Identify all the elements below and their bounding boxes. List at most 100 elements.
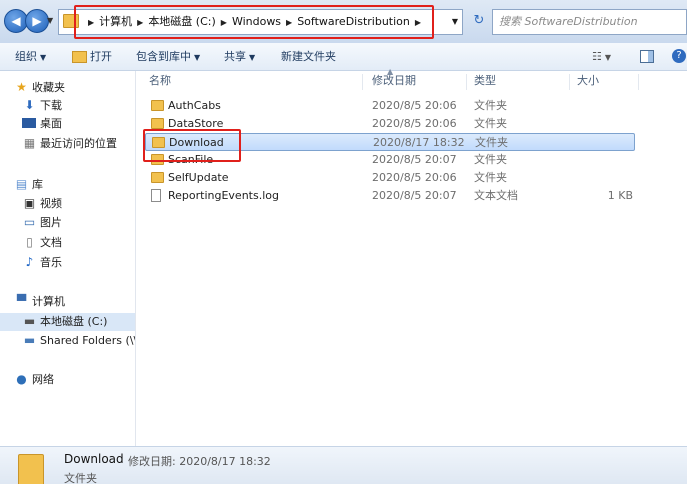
sidebar-item-library[interactable]: ▤ 库: [0, 176, 135, 194]
sidebar-item-recent[interactable]: ▦ 最近访问的位置: [0, 135, 135, 153]
new-folder-label: 新建文件夹: [281, 50, 336, 63]
crumb-windows[interactable]: Windows: [232, 15, 281, 28]
address-bar-area: ◀ ▶ ▼ ▶ 计算机 ▶ 本地磁盘 (C:) ▶ Windows ▶ SoftwareDis…: [0, 0, 687, 43]
sidebar-item-favorites[interactable]: ★ 收藏夹: [0, 79, 135, 97]
include-library-label: 包含到库中: [136, 50, 191, 63]
preview-pane-icon[interactable]: [640, 50, 654, 63]
folder-icon: [151, 154, 164, 165]
crumb-computer[interactable]: 计算机: [99, 15, 132, 28]
file-name: Download: [169, 136, 224, 149]
sidebar-label: 音乐: [40, 256, 62, 269]
sidebar-item-documents[interactable]: ▯ 文档: [0, 234, 135, 252]
computer-icon: ▀: [16, 294, 27, 308]
folder-icon: [151, 172, 164, 183]
sidebar-item-videos[interactable]: ▣ 视频: [0, 195, 135, 213]
chevron-down-icon: ▼: [249, 53, 256, 62]
sidebar-label: Shared Folders (\\: [40, 334, 135, 347]
chevron-right-icon[interactable]: ▶: [88, 11, 94, 35]
column-date[interactable]: 修改日期: [372, 71, 416, 91]
list-item[interactable]: DataStore 2020/8/5 20:06 文件夹: [145, 115, 635, 133]
include-library-button[interactable]: 包含到库中 ▼: [136, 43, 200, 71]
chevron-right-icon[interactable]: ▶: [137, 11, 143, 35]
sidebar-label: 计算机: [32, 295, 65, 308]
chevron-down-icon: ▼: [194, 53, 201, 62]
pictures-icon: ▭: [23, 215, 36, 229]
sidebar-label: 最近访问的位置: [40, 137, 117, 150]
drive-icon: ▬: [23, 314, 36, 328]
sidebar-item-shared-folders[interactable]: ▬ Shared Folders (\\: [0, 332, 135, 350]
column-header: 名称 ▲ 修改日期 类型 大小: [135, 67, 687, 91]
sidebar-label: 收藏夹: [32, 81, 65, 94]
file-type: 文件夹: [474, 99, 507, 112]
forward-button[interactable]: ▶: [25, 9, 49, 33]
details-type: 文件夹: [64, 472, 97, 484]
music-note-icon: ♪: [25, 255, 34, 269]
list-item[interactable]: SelfUpdate 2020/8/5 20:06 文件夹: [145, 169, 635, 187]
navigation-pane: ★ 收藏夹 ⬇ 下载 桌面 ▦ 最近访问的位置 ▤ 库 ▣ 视频 ▭ 图片 ▯ …: [0, 71, 136, 446]
sidebar-label: 下载: [40, 99, 62, 112]
sidebar-item-local-disk[interactable]: ▬ 本地磁盘 (C:): [0, 313, 135, 331]
help-icon[interactable]: ?: [672, 49, 686, 63]
folder-icon: [63, 14, 79, 28]
open-label: 打开: [90, 50, 112, 63]
file-name: AuthCabs: [168, 99, 221, 112]
network-drive-icon: ▬: [23, 333, 36, 347]
list-item[interactable]: ScanFile 2020/8/5 20:07 文件夹: [145, 151, 635, 169]
column-size[interactable]: 大小: [577, 71, 599, 91]
file-type: 文件夹: [475, 136, 508, 149]
sidebar-item-pictures[interactable]: ▭ 图片: [0, 214, 135, 232]
text-file-icon: [151, 189, 161, 202]
folder-icon: [18, 454, 44, 484]
file-date: 2020/8/5 20:06: [372, 171, 457, 184]
file-date: 2020/8/5 20:06: [372, 117, 457, 130]
recent-pages-dropdown-icon[interactable]: ▼: [47, 16, 53, 25]
file-name: ScanFile: [168, 153, 214, 166]
file-name: SelfUpdate: [168, 171, 229, 184]
list-item[interactable]: AuthCabs 2020/8/5 20:06 文件夹: [145, 97, 635, 115]
crumb-local-disk[interactable]: 本地磁盘 (C:): [148, 15, 215, 28]
file-name: DataStore: [168, 117, 224, 130]
refresh-icon[interactable]: ↻: [468, 9, 490, 33]
desktop-icon: [22, 117, 37, 130]
sidebar-label: 库: [32, 178, 43, 191]
chevron-right-icon[interactable]: ▶: [415, 11, 421, 35]
new-folder-button[interactable]: 新建文件夹: [281, 43, 336, 70]
open-button[interactable]: 打开: [72, 43, 112, 70]
sidebar-label: 图片: [40, 216, 62, 229]
file-type: 文本文档: [474, 189, 518, 202]
organize-label: 组织: [15, 50, 37, 63]
address-dropdown-icon[interactable]: ▼: [452, 10, 458, 34]
file-type: 文件夹: [474, 153, 507, 166]
chevron-right-icon[interactable]: ▶: [286, 11, 292, 35]
column-type[interactable]: 类型: [474, 71, 496, 91]
column-divider[interactable]: [569, 74, 570, 90]
folder-icon: [152, 137, 165, 148]
list-item-selected[interactable]: Download 2020/8/17 18:32 文件夹: [145, 133, 635, 151]
breadcrumb[interactable]: ▶ 计算机 ▶ 本地磁盘 (C:) ▶ Windows ▶ SoftwareDistribut…: [58, 9, 463, 35]
chevron-right-icon[interactable]: ▶: [221, 11, 227, 35]
organize-button[interactable]: 组织 ▼: [15, 43, 46, 71]
details-pane: Download 修改日期: 2020/8/17 18:32 文件夹: [0, 446, 687, 484]
column-divider[interactable]: [638, 74, 639, 90]
file-date: 2020/8/5 20:06: [372, 99, 457, 112]
column-divider[interactable]: [466, 74, 467, 90]
file-type: 文件夹: [474, 117, 507, 130]
sidebar-item-downloads[interactable]: ⬇ 下载: [0, 97, 135, 115]
view-options-button[interactable]: ☷ ▼: [592, 43, 611, 71]
file-date: 2020/8/5 20:07: [372, 153, 457, 166]
chevron-down-icon: ▼: [40, 53, 47, 62]
sidebar-item-computer[interactable]: ▀ 计算机: [0, 293, 135, 311]
sidebar-label: 网络: [32, 373, 54, 386]
share-label: 共享: [224, 50, 246, 63]
sidebar-item-music[interactable]: ♪ 音乐: [0, 254, 135, 272]
share-button[interactable]: 共享 ▼: [224, 43, 255, 71]
column-name[interactable]: 名称: [149, 71, 171, 91]
open-folder-icon: [72, 51, 87, 63]
sidebar-item-network[interactable]: ● 网络: [0, 371, 135, 389]
list-item[interactable]: ReportingEvents.log 2020/8/5 20:07 文本文档 …: [145, 187, 635, 205]
sidebar-item-desktop[interactable]: 桌面: [0, 115, 135, 133]
crumb-softwaredistribution[interactable]: SoftwareDistribution: [297, 15, 410, 28]
column-divider[interactable]: [362, 74, 363, 90]
sidebar-label: 桌面: [40, 117, 62, 130]
search-input[interactable]: 搜索 SoftwareDistribution: [492, 9, 687, 35]
